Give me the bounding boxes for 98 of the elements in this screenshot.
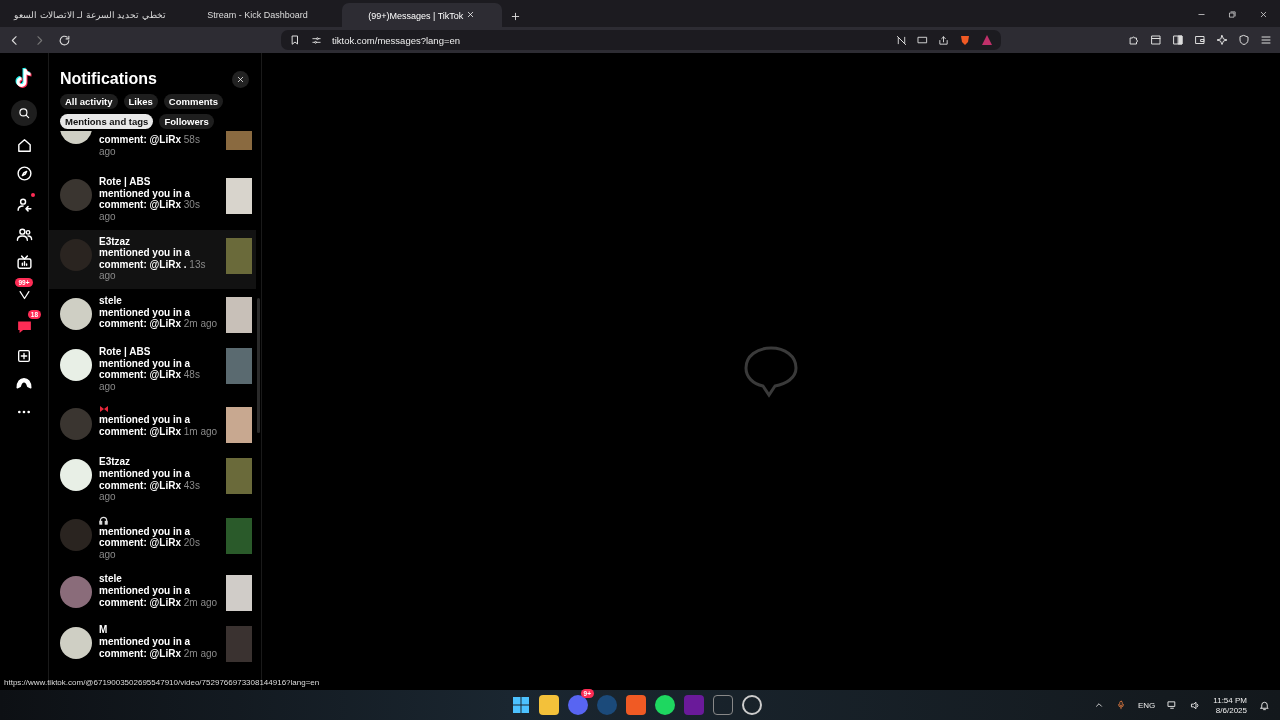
add-square-icon	[16, 348, 32, 364]
menu-icon	[1260, 34, 1272, 46]
mention-text: mentioned you in a comment: @LiRx 30s ago	[99, 187, 201, 223]
triangle-icon	[981, 34, 993, 46]
video-thumbnail[interactable]	[226, 575, 252, 612]
address-bar[interactable]: tiktok.com/messages?lang=en	[281, 30, 1001, 50]
video-thumbnail[interactable]	[226, 296, 252, 333]
browser-tab[interactable]: (99+)Messages | TikTok	[341, 3, 502, 27]
puzzle-icon	[1128, 34, 1140, 46]
notification-row[interactable]: Rote | ABS mentioned you in a comment: @LiRx 30s ago	[49, 170, 256, 230]
close-box-app-icon[interactable]	[713, 695, 733, 715]
search-button[interactable]	[11, 100, 37, 126]
notification-row[interactable]: M mentioned you in a comment: @LiRx 2m ago	[49, 618, 256, 670]
compass-icon	[15, 165, 33, 182]
notification-row[interactable]: mentioned you in a comment: @LiRx 20s ago	[49, 509, 256, 568]
mention-text: mentioned you in a comment: @LiRx 2m ago	[99, 306, 219, 330]
filter-chip[interactable]: Comments	[163, 94, 223, 109]
friends-icon	[15, 226, 33, 243]
mention-text: comment: @LiRx 58s ago	[99, 134, 201, 158]
filter-chip[interactable]: Mentions and tags	[60, 114, 154, 129]
notification-row[interactable]: Rote | ABS mentioned you in a comment: @LiRx 48s ago	[49, 339, 256, 400]
shield-icon	[1238, 34, 1250, 46]
notification-row[interactable]: stele mentioned you in a comment: @LiRx 2m ago	[49, 567, 256, 619]
share-icon	[938, 34, 949, 46]
translate-off-icon	[896, 34, 907, 46]
site-settings-icon	[311, 34, 322, 46]
video-thumbnail[interactable]	[226, 626, 252, 663]
mention-text: mentioned you in a comment: @LiRx 1m ago	[99, 414, 219, 438]
panel-title: Notifications	[60, 70, 157, 88]
live-tv-icon	[15, 254, 33, 271]
sparkle-icon	[1216, 34, 1228, 46]
mention-text: mentioned you in a comment: @LiRx 20s ago	[99, 525, 201, 561]
shield-icon	[959, 34, 971, 46]
filter-chip[interactable]: Likes	[123, 94, 158, 109]
avatar-photo	[60, 348, 92, 381]
circle-app-icon[interactable]	[742, 695, 762, 715]
windows-start-icon[interactable]	[512, 696, 530, 714]
notification-row[interactable]: E3tzaz mentioned you in a comment: @LiRx . 13s ago	[49, 229, 256, 289]
avatar-photo	[60, 576, 92, 609]
user-name[interactable]: Rote | ABS	[99, 176, 219, 188]
language-indicator[interactable]: ENG	[1138, 700, 1156, 710]
headphones-icon	[99, 515, 108, 525]
close-button[interactable]	[232, 70, 249, 88]
user-name[interactable]: E3tzaz	[99, 235, 219, 248]
user-name[interactable]: Rote | ABS	[99, 345, 219, 358]
avatar-photo	[60, 238, 92, 271]
avatar-photo	[60, 518, 92, 551]
search-icon	[17, 106, 31, 120]
restore-icon	[1228, 10, 1237, 19]
mention-text: mentioned you in a comment: @LiRx . 13s ago	[99, 247, 207, 282]
avatar-photo	[60, 459, 92, 492]
video-thumbnail[interactable]	[226, 178, 252, 215]
notification-row[interactable]: comment: @LiRx 58s ago	[49, 131, 256, 171]
notification-row[interactable]: mentioned you in a comment: @LiRx 1m ago	[49, 399, 256, 451]
bell-icon	[1259, 699, 1270, 711]
user-name[interactable]: M	[99, 624, 219, 637]
close-icon	[236, 74, 245, 84]
microphone-icon	[1116, 700, 1126, 710]
mention-text: mentioned you in a comment: @LiRx 48s ago	[99, 357, 201, 393]
bookmark-icon	[289, 34, 301, 46]
video-thumbnail[interactable]	[226, 237, 252, 274]
wallet-icon	[1194, 34, 1206, 46]
home-icon	[15, 137, 33, 154]
close-icon	[1259, 10, 1268, 19]
avatar-photo	[60, 627, 92, 660]
mention-text: mentioned you in a comment: @LiRx 2m ago	[99, 585, 219, 609]
avatar-photo	[60, 297, 92, 330]
avatar-photo	[60, 179, 92, 212]
video-thumbnail[interactable]	[226, 517, 252, 554]
notification-dot	[31, 193, 35, 197]
clock-date[interactable]: 8/6/2025	[1215, 705, 1247, 715]
cast-icon	[917, 34, 928, 46]
mention-text: mentioned you in a comment: @LiRx 2m ago	[99, 636, 219, 660]
notification-row[interactable]: stele mentioned you in a comment: @LiRx 2m ago	[49, 288, 256, 340]
browser-tab[interactable]: Stream - Kick Dashboard	[177, 3, 338, 27]
speaker-icon	[1190, 699, 1202, 711]
close-icon	[465, 9, 475, 19]
video-thumbnail[interactable]	[226, 347, 252, 384]
user-name[interactable]: E3tzaz	[99, 456, 219, 468]
tiktok-logo-icon[interactable]	[14, 67, 34, 89]
link-status-text: https://www.tiktok.com/@6719003502695547910/video/7529766973308144916?lang=en	[3, 677, 321, 689]
video-thumbnail[interactable]	[226, 458, 252, 495]
bow-icon	[99, 405, 109, 414]
avatar-photo	[60, 408, 92, 441]
user-name[interactable]: stele	[99, 573, 219, 586]
plus-icon	[509, 11, 521, 22]
notification-row[interactable]: E3tzaz mentioned you in a comment: @LiRx 43s ago	[49, 450, 256, 510]
user-name[interactable]: stele	[99, 294, 219, 307]
chevron-up-icon	[1094, 700, 1104, 710]
window-icon	[1150, 34, 1162, 46]
video-thumbnail[interactable]	[226, 407, 252, 444]
mention-text: mentioned you in a comment: @LiRx 43s ago	[99, 467, 201, 503]
filter-chip[interactable]: Followers	[159, 114, 214, 129]
sidebar-icon	[1172, 34, 1184, 46]
filter-chip[interactable]: All activity	[60, 94, 118, 109]
reload-icon	[58, 33, 71, 47]
clock-time[interactable]: 11:54 PM	[1213, 695, 1247, 705]
browser-tab[interactable]: تخطي تحديد السرعة لـ الاتصالات السعو	[6, 3, 174, 27]
